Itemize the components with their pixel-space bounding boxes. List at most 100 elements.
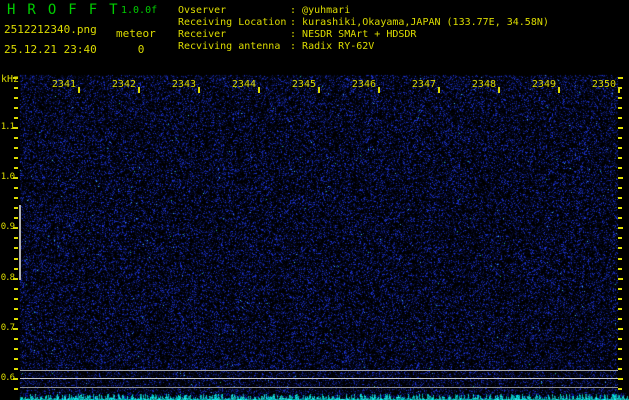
y-tick <box>14 247 18 249</box>
x-tick-label: 2348 <box>471 79 496 90</box>
info-row-location: Receiving Location: kurashiki,Okayama,JA… <box>178 17 549 28</box>
y-tick <box>14 308 18 310</box>
y-tick-right <box>618 388 622 390</box>
y-tick <box>14 358 18 360</box>
info-row-observer: Ovserver: @yuhmari <box>178 5 350 16</box>
app-version: 1.0.0f <box>121 5 158 16</box>
y-tick-label: 0.6 <box>0 373 15 383</box>
y-tick-right <box>618 147 622 149</box>
x-tick <box>258 87 260 93</box>
y-tick-label: 0.9 <box>0 222 15 232</box>
y-tick <box>14 217 18 219</box>
info-label-receiver: Receiver <box>178 29 227 40</box>
x-tick <box>558 87 560 93</box>
y-tick <box>13 77 18 79</box>
carrier-line-0.62khz <box>20 370 618 371</box>
x-tick-label: 2345 <box>291 79 316 90</box>
app-title: HROFFT <box>7 2 130 18</box>
x-tick-label: 2343 <box>171 79 196 90</box>
y-tick-right <box>618 378 623 380</box>
carrier-line-0.58khz <box>20 387 618 388</box>
y-tick-label: 1.1 <box>0 122 15 132</box>
y-tick <box>14 117 18 119</box>
info-separator: : <box>290 5 303 16</box>
x-tick-label: 2344 <box>231 79 256 90</box>
y-tick-right <box>618 177 623 179</box>
y-tick-right <box>618 247 622 249</box>
info-value-observer: @yuhmari <box>302 5 351 16</box>
datetime-stamp: 25.12.21 23:40 <box>4 43 97 56</box>
y-tick <box>14 167 18 169</box>
x-tick <box>198 87 200 93</box>
y-tick <box>14 388 18 390</box>
y-tick-right <box>618 127 623 129</box>
spectrogram-canvas <box>0 0 629 400</box>
y-tick-label: 1.0 <box>0 172 15 182</box>
y-tick-right <box>618 197 622 199</box>
x-tick <box>78 87 80 93</box>
y-tick <box>14 237 18 239</box>
y-tick-right <box>618 318 622 320</box>
y-tick-right <box>618 167 622 169</box>
y-tick-right <box>618 268 622 270</box>
info-value-location: kurashiki,Okayama,JAPAN (133.77E, 34.58N… <box>302 17 549 28</box>
x-tick <box>378 87 380 93</box>
y-tick-right <box>618 227 623 229</box>
y-tick <box>14 268 18 270</box>
hrofft-window: HROFFT 1.0.0f 2512212340.png meteor 25.1… <box>0 0 629 400</box>
info-label-antenna: Recviving antenna <box>178 41 281 52</box>
y-tick-label: 0.7 <box>0 323 15 333</box>
output-filename: 2512212340.png <box>4 23 97 36</box>
x-tick-label: 2346 <box>351 79 376 90</box>
x-tick <box>498 87 500 93</box>
y-tick <box>14 368 18 370</box>
y-tick <box>14 207 18 209</box>
y-tick <box>14 197 18 199</box>
y-tick <box>14 348 18 350</box>
x-tick-label: 2347 <box>411 79 436 90</box>
y-tick-right <box>618 117 622 119</box>
y-tick <box>14 107 18 109</box>
y-tick-right <box>618 187 622 189</box>
y-tick <box>14 97 18 99</box>
info-label-observer: Ovserver <box>178 5 227 16</box>
y-tick-right <box>618 258 622 260</box>
y-tick-right <box>618 137 622 139</box>
info-row-antenna: Recviving antenna: Radix RY-62V <box>178 41 374 52</box>
mode-label: meteor <box>116 27 156 40</box>
y-tick-right <box>618 207 622 209</box>
y-tick <box>14 288 18 290</box>
y-tick-label: 0.8 <box>0 273 15 283</box>
y-tick-right <box>618 368 622 370</box>
y-tick-right <box>618 288 622 290</box>
info-separator: : <box>290 17 303 28</box>
y-tick <box>14 298 18 300</box>
y-tick-right <box>618 328 623 330</box>
x-tick-label: 2341 <box>51 79 76 90</box>
y-tick-right <box>618 298 622 300</box>
x-tick-label: 2350 <box>591 79 616 90</box>
info-separator: : <box>290 41 303 52</box>
info-value-receiver: NESDR SMArt + HDSDR <box>302 29 417 40</box>
y-axis-unit-label: kHz <box>1 74 20 85</box>
x-tick <box>618 87 620 93</box>
y-tick-right <box>618 77 623 79</box>
detection-window-marker <box>19 205 21 280</box>
y-tick <box>14 187 18 189</box>
y-tick-right <box>618 308 622 310</box>
carrier-line-0.60khz <box>20 378 618 379</box>
y-tick <box>14 137 18 139</box>
info-separator: : <box>290 29 303 40</box>
x-tick-label: 2342 <box>111 79 136 90</box>
x-tick <box>318 87 320 93</box>
x-tick-label: 2349 <box>531 79 556 90</box>
info-label-location: Receiving Location <box>178 17 287 28</box>
y-tick-right <box>618 107 622 109</box>
y-tick <box>14 157 18 159</box>
info-row-receiver: Receiver: NESDR SMArt + HDSDR <box>178 29 416 40</box>
y-tick-right <box>618 237 622 239</box>
y-tick-right <box>618 338 622 340</box>
x-tick <box>438 87 440 93</box>
y-tick-right <box>618 358 622 360</box>
meteor-count: 0 <box>137 43 145 56</box>
